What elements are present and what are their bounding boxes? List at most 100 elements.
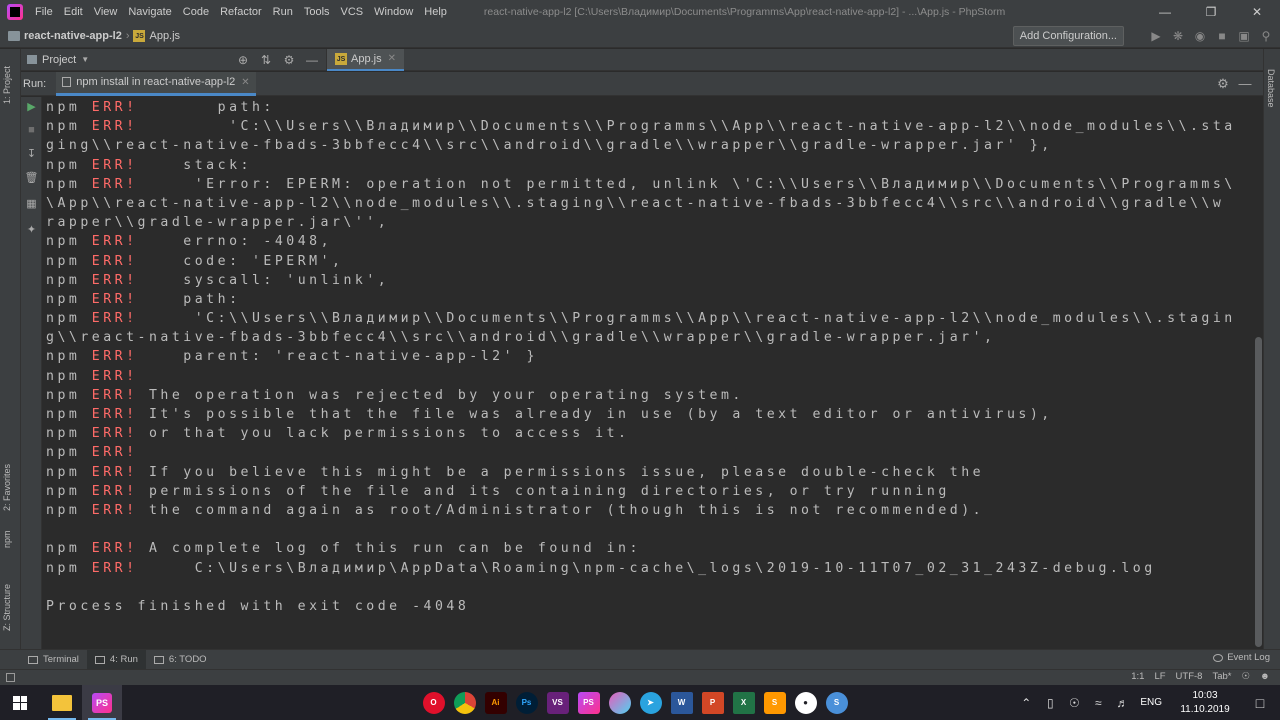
- menu-item-tools[interactable]: Tools: [300, 6, 334, 18]
- close-icon[interactable]: ✕: [1234, 0, 1280, 24]
- taskbar-visual-studio[interactable]: VS: [542, 685, 573, 720]
- scrollbar-thumb[interactable]: [1255, 337, 1262, 647]
- breadcrumb-file[interactable]: App.js: [149, 30, 180, 42]
- main-menu: File Edit View Navigate Code Refactor Run Tools…: [31, 6, 454, 18]
- clock-date: 11.10.2019: [1180, 703, 1230, 715]
- hide-icon[interactable]: —: [304, 52, 320, 68]
- wifi-icon[interactable]: ≈: [1086, 685, 1110, 720]
- taskbar-sublime[interactable]: S: [759, 685, 790, 720]
- breadcrumb-project[interactable]: react-native-app-l2: [24, 30, 122, 42]
- taskbar-photoshop[interactable]: Ps: [511, 685, 542, 720]
- stop-icon[interactable]: ■: [1214, 28, 1230, 44]
- tab-terminal[interactable]: Terminal: [20, 650, 87, 670]
- stripe-tab-structure[interactable]: Z: Structure: [2, 577, 19, 637]
- menu-item-refactor[interactable]: Refactor: [216, 6, 266, 18]
- battery-icon[interactable]: ▯: [1038, 685, 1062, 720]
- add-configuration-button[interactable]: Add Configuration...: [1012, 26, 1124, 46]
- input-language[interactable]: ENG: [1140, 697, 1162, 708]
- run-toolbar-top: ▶ ❋ ◉ ■ ▣ ⚲: [1142, 28, 1274, 44]
- network-icon[interactable]: ☉: [1062, 685, 1086, 720]
- collapse-icon[interactable]: ⇅: [258, 52, 274, 68]
- run-icon[interactable]: ▶: [1148, 28, 1164, 44]
- console-line: npm ERR! path:: [46, 290, 1253, 309]
- taskbar-opera[interactable]: O: [418, 685, 449, 720]
- chevron-up-icon[interactable]: ⌃: [1014, 685, 1038, 720]
- debug-icon[interactable]: ❋: [1170, 28, 1186, 44]
- menu-item-view[interactable]: View: [90, 6, 122, 18]
- menu-item-navigate[interactable]: Navigate: [124, 6, 175, 18]
- pin-icon[interactable]: ✦: [24, 223, 39, 238]
- run-tab-npm-install[interactable]: npm install in react-native-app-l2 ✕: [56, 71, 256, 96]
- tab-todo[interactable]: 6: TODO: [146, 650, 215, 670]
- file-encoding[interactable]: UTF-8: [1176, 671, 1203, 682]
- close-tab-icon[interactable]: ✕: [241, 77, 249, 88]
- console-output[interactable]: npm ERR! path: npm ERR! 'C:\\Users\\Влади…: [43, 97, 1253, 649]
- taskbar-powerpoint[interactable]: P: [697, 685, 728, 720]
- minimize-icon[interactable]: —: [1142, 0, 1188, 24]
- stripe-tab-database[interactable]: Database: [1266, 69, 1276, 108]
- start-button[interactable]: [0, 685, 40, 720]
- console-line: npm ERR! syscall: 'unlink',: [46, 271, 1253, 290]
- gear-icon[interactable]: ⚙: [281, 52, 297, 68]
- tab-app-js[interactable]: JS App.js ✕: [327, 48, 404, 71]
- stripe-tab-project[interactable]: 1: Project: [2, 57, 19, 113]
- inspector-icon[interactable]: ☻: [1260, 671, 1270, 682]
- project-panel-header: Project ▼ ⊕ ⇅ ⚙ —: [21, 48, 327, 71]
- gear-icon[interactable]: ⚙: [1215, 76, 1231, 92]
- taskbar-phpstorm-pinned[interactable]: PS: [573, 685, 604, 720]
- search-icon[interactable]: ⚲: [1258, 28, 1274, 44]
- restore-icon[interactable]: ❐: [1188, 0, 1234, 24]
- scroll-to-end-icon[interactable]: ↧: [24, 147, 39, 162]
- tab-run[interactable]: 4: Run: [86, 649, 146, 670]
- volume-icon[interactable]: ♬: [1110, 685, 1134, 720]
- console-line: npm ERR! or that you lack permissions to…: [46, 424, 1253, 443]
- err-marker: ERR!: [91, 234, 138, 250]
- menu-item-vcs[interactable]: VCS: [337, 6, 368, 18]
- coverage-icon[interactable]: ◉: [1192, 28, 1208, 44]
- stripe-tab-favorites[interactable]: 2: Favorites: [2, 457, 19, 517]
- taskbar-app-14[interactable]: S: [821, 685, 852, 720]
- clock[interactable]: 10:03 11.10.2019: [1170, 689, 1240, 717]
- taskbar-word[interactable]: W: [666, 685, 697, 720]
- browser-icon[interactable]: ▣: [1236, 28, 1252, 44]
- project-view-selector[interactable]: Project: [42, 54, 76, 66]
- hide-icon[interactable]: —: [1237, 76, 1253, 92]
- folder-icon: [8, 30, 20, 41]
- menu-item-code[interactable]: Code: [179, 6, 213, 18]
- menu-item-file[interactable]: File: [31, 6, 57, 18]
- console-line-text: 'C:\\Users\\Владимир\\Documents\\Program…: [137, 119, 1236, 135]
- rerun-icon[interactable]: ▶: [24, 100, 39, 115]
- err-marker: ERR!: [91, 176, 138, 192]
- menu-item-window[interactable]: Window: [370, 6, 417, 18]
- console-line: npm ERR! C:\Users\Владимир\AppData\Roami…: [46, 559, 1253, 578]
- lock-icon[interactable]: ☉: [1241, 671, 1250, 682]
- stop-icon[interactable]: ■: [24, 123, 39, 138]
- tool-windows-icon[interactable]: [6, 673, 15, 682]
- caret-position[interactable]: 1:1: [1131, 671, 1144, 682]
- taskbar-app-7[interactable]: [604, 685, 635, 720]
- chevron-down-icon[interactable]: ▼: [81, 55, 89, 64]
- locate-icon[interactable]: ⊕: [235, 52, 251, 68]
- console-line-text: 'C:\\Users\\Владимир\\Documents\\Program…: [137, 311, 1236, 327]
- close-tab-icon[interactable]: ✕: [388, 53, 396, 64]
- console-scrollbar[interactable]: [1253, 97, 1263, 649]
- menu-item-run[interactable]: Run: [269, 6, 297, 18]
- indent-setting[interactable]: Tab*: [1212, 671, 1231, 682]
- event-log-button[interactable]: Event Log: [1213, 652, 1270, 663]
- taskbar-telegram[interactable]: ➤: [635, 685, 666, 720]
- ghost-icon: ●: [794, 691, 817, 714]
- taskbar-file-explorer[interactable]: [42, 685, 82, 720]
- stripe-tab-npm[interactable]: npm: [2, 527, 19, 551]
- layout-icon[interactable]: ▦: [24, 197, 39, 212]
- taskbar-chrome[interactable]: [449, 685, 480, 720]
- taskbar-illustrator[interactable]: Ai: [480, 685, 511, 720]
- menu-item-help[interactable]: Help: [420, 6, 451, 18]
- menu-item-edit[interactable]: Edit: [60, 6, 87, 18]
- line-separator[interactable]: LF: [1154, 671, 1165, 682]
- taskbar-phpstorm[interactable]: PS: [82, 685, 122, 720]
- notification-icon[interactable]: □: [1240, 685, 1280, 720]
- taskbar-app-13[interactable]: ●: [790, 685, 821, 720]
- trash-icon[interactable]: 🗑: [24, 171, 39, 186]
- taskbar-excel[interactable]: X: [728, 685, 759, 720]
- navigation-bar: react-native-app-l2 › JS App.js Add Conf…: [0, 24, 1280, 48]
